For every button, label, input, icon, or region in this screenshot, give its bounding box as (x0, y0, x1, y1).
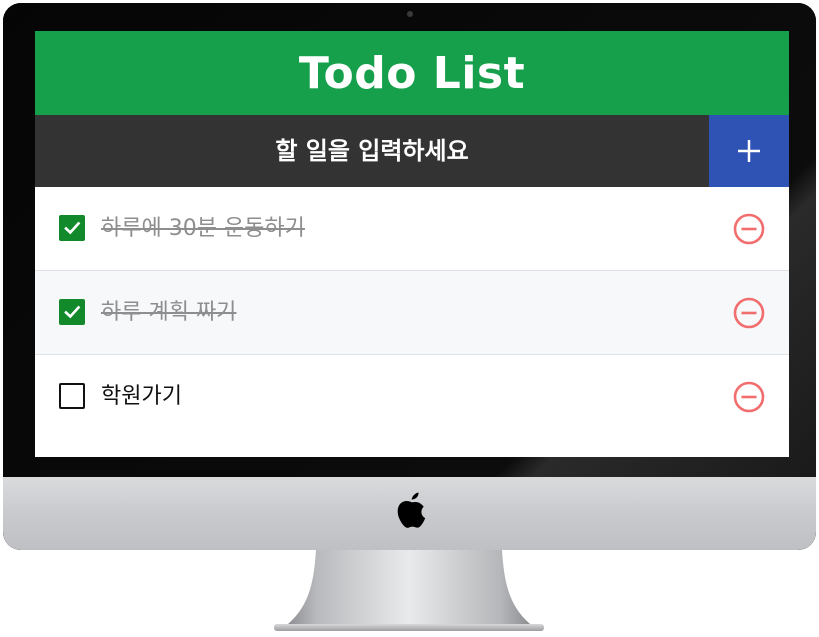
app-title: Todo List (298, 47, 526, 99)
todo-input-bar (35, 115, 789, 187)
todo-text: 학원가기 (101, 384, 182, 409)
minus-circle-icon[interactable] (733, 213, 765, 245)
monitor-frame: Todo List 하루에 30분 운동하기 (3, 3, 816, 550)
app-screen: Todo List 하루에 30분 운동하기 (35, 31, 789, 457)
app-header: Todo List (35, 31, 789, 115)
todo-text: 하루에 30분 운동하기 (101, 216, 305, 241)
camera-icon (407, 11, 413, 17)
todo-text: 하루 계획 짜기 (101, 300, 237, 325)
checkbox-checked-icon[interactable] (59, 299, 85, 325)
todo-item: 하루에 30분 운동하기 (35, 187, 789, 271)
plus-icon (738, 140, 760, 162)
minus-circle-icon[interactable] (733, 297, 765, 329)
checkbox-unchecked-icon[interactable] (59, 383, 85, 409)
minus-circle-icon[interactable] (733, 381, 765, 413)
todo-input[interactable] (35, 115, 709, 187)
apple-logo-icon (397, 492, 426, 528)
todo-list: 하루에 30분 운동하기 하루 계획 짜기 학원가기 (35, 187, 789, 439)
monitor-stand (274, 550, 544, 631)
todo-item: 학원가기 (35, 355, 789, 439)
checkbox-checked-icon[interactable] (59, 215, 85, 241)
add-todo-button[interactable] (709, 115, 789, 187)
todo-item: 하루 계획 짜기 (35, 271, 789, 355)
